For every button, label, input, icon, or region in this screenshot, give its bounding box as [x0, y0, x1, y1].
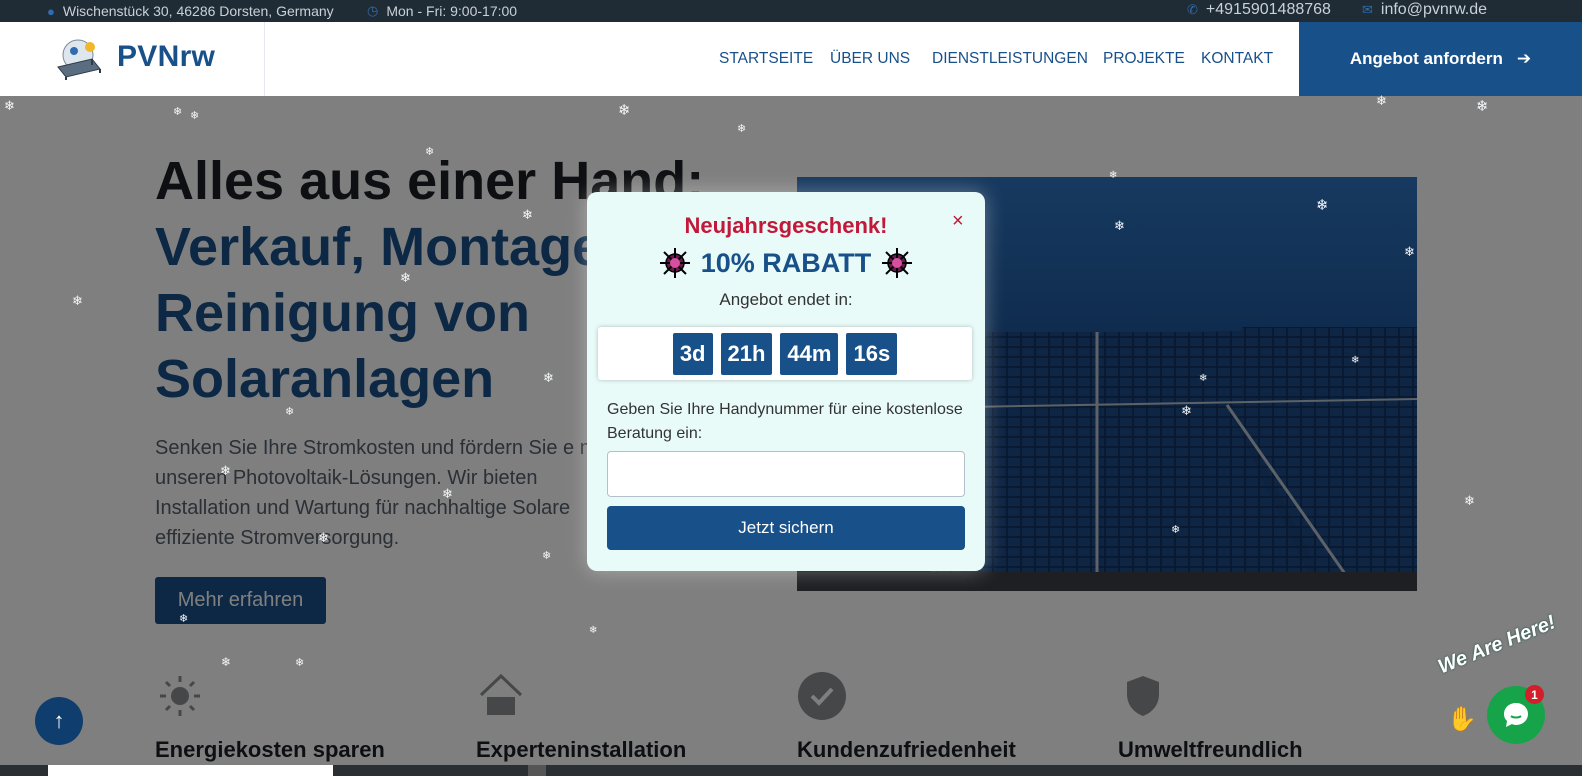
snowflake-icon: ❄ [220, 463, 231, 478]
countdown-timer: 3d 21h 44m 16s [598, 327, 972, 380]
snowflake-icon: ❄ [1351, 355, 1360, 366]
offer-ends-label: Angebot endet in: [719, 290, 853, 309]
countdown-days: 3d [672, 332, 713, 375]
snowflake-icon: ❄ [295, 657, 305, 669]
arrow-right-icon: ➔ [1516, 49, 1532, 68]
snowflake-icon: ❄ [173, 106, 183, 118]
discount-text: 10% RABATT [700, 247, 872, 278]
phone-link[interactable]: +4915901488768 [1206, 1, 1331, 19]
snowflake-icon: ❄ [1376, 93, 1387, 108]
arrow-up-icon: ↑ [53, 708, 65, 733]
snowflake-icon: ❄ [1476, 98, 1489, 115]
phone-number-input[interactable] [607, 451, 965, 497]
new-year-offer-popup: × Neujahrsgeschenk! 10% RABATT Angebot e… [587, 192, 985, 571]
nav-item-startseite[interactable]: STARTSEITE [719, 50, 813, 68]
snowflake-icon: ❄ [221, 655, 232, 669]
discount-banner: 10% RABATT [587, 247, 985, 279]
snowflake-icon: ❄ [1181, 403, 1192, 418]
popup-title: Neujahrsgeschenk! [684, 213, 888, 238]
snowflake-icon: ❄ [285, 406, 295, 418]
snowflake-icon: ❄ [543, 370, 554, 385]
snowflake-icon: ❄ [542, 550, 552, 562]
snowflake-icon: ❄ [442, 486, 453, 501]
snowflake-icon: ❄ [589, 625, 598, 636]
snowflake-emblem-icon [882, 248, 913, 278]
email-item[interactable]: ✉ info@pvnrw.de [1362, 1, 1487, 19]
waving-hand-icon: ✋ [1447, 706, 1477, 733]
snowflake-icon: ❄ [1109, 170, 1118, 181]
main-navigation: PVNrw STARTSEITE ÜBER UNS DIENSTLEISTUNG… [0, 22, 1582, 96]
hours-item: ◷ Mon - Fri: 9:00-17:00 [367, 3, 517, 19]
map-pin-icon: ● [47, 3, 55, 19]
countdown-minutes: 44m [780, 332, 839, 375]
address-item: ● Wischenstück 30, 46286 Dorsten, German… [47, 3, 334, 19]
phone-prompt: Geben Sie Ihre Handynummer für eine kost… [607, 401, 963, 442]
snowflake-emblem-icon [659, 248, 690, 278]
bottom-strip-marker [528, 765, 546, 776]
snowflake-icon: ❄ [618, 102, 631, 119]
snowflake-icon: ❄ [1199, 373, 1208, 384]
nav-item-dienstleistungen[interactable]: DIENSTLEISTUNGEN [932, 50, 1088, 68]
phone-item[interactable]: ✆ +4915901488768 [1187, 1, 1331, 19]
envelope-icon: ✉ [1362, 2, 1373, 17]
snowflake-icon: ❄ [425, 146, 435, 158]
snowflake-icon: ❄ [522, 207, 533, 222]
email-link[interactable]: info@pvnrw.de [1381, 1, 1487, 19]
chat-bubble-icon [1504, 703, 1528, 727]
logo-link[interactable]: PVNrw [0, 22, 265, 96]
snowflake-icon: ❄ [1316, 197, 1329, 214]
snowflake-icon: ❄ [400, 270, 411, 285]
snowflake-icon: ❄ [179, 613, 189, 625]
bottom-strip-highlight [48, 765, 333, 776]
snowflake-icon: ❄ [4, 98, 15, 113]
nav-item-kontakt[interactable]: KONTAKT [1201, 50, 1273, 68]
clock-icon: ◷ [367, 3, 379, 18]
address-text: Wischenstück 30, 46286 Dorsten, Germany [62, 3, 334, 19]
snowflake-icon: ❄ [1404, 244, 1415, 259]
request-quote-button[interactable]: Angebot anfordern ➔ [1299, 22, 1582, 96]
countdown-seconds: 16s [846, 332, 898, 375]
snowflake-icon: ❄ [1464, 493, 1475, 508]
top-info-bar: ● Wischenstück 30, 46286 Dorsten, German… [0, 0, 1582, 22]
snowflake-icon: ❄ [72, 293, 83, 308]
scroll-to-top-button[interactable]: ↑ [35, 697, 83, 745]
unread-badge: 1 [1525, 685, 1544, 704]
logo-icon [57, 39, 101, 80]
nav-item-projekte[interactable]: PROJEKTE [1103, 50, 1185, 68]
hours-text: Mon - Fri: 9:00-17:00 [386, 3, 518, 19]
countdown-hours: 21h [720, 332, 773, 375]
snowflake-icon: ❄ [190, 110, 200, 122]
browser-bottom-strip [0, 765, 1582, 776]
snowflake-icon: ❄ [737, 123, 747, 135]
snowflake-icon: ❄ [1171, 524, 1181, 536]
brand-name: PVNrw [117, 40, 216, 73]
secure-offer-button[interactable]: Jetzt sichern [607, 506, 965, 550]
phone-icon: ✆ [1187, 2, 1198, 17]
snowflake-icon: ❄ [1114, 218, 1125, 233]
snowflake-icon: ❄ [318, 530, 329, 545]
request-quote-label: Angebot anfordern [1349, 49, 1503, 68]
nav-item-ueber-uns[interactable]: ÜBER UNS [830, 50, 910, 68]
